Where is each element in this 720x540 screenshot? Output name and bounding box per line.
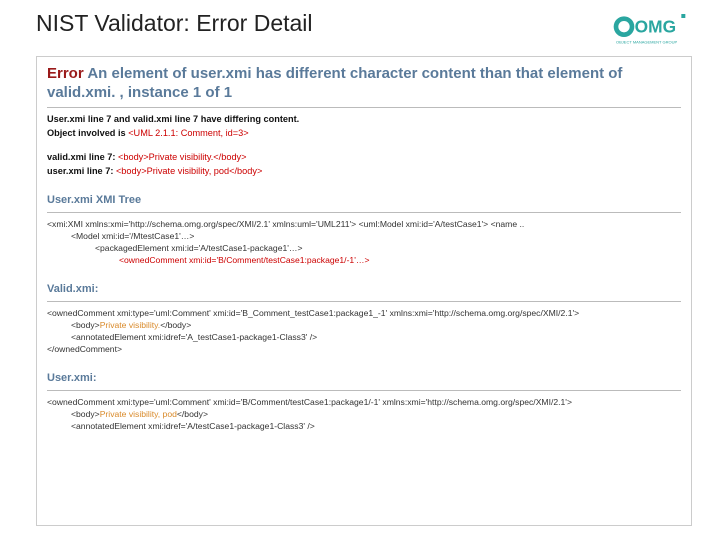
title-row: NIST Validator: Error Detail OMG OBJECT … — [36, 10, 692, 50]
divider — [47, 107, 681, 108]
content-box: Error An element of user.xmi has differe… — [36, 56, 692, 526]
body-close: </body> — [160, 320, 191, 330]
code-line: <annotatedElement xmi:idref='A/testCase1… — [47, 421, 681, 431]
body-open: <body> — [71, 320, 100, 330]
user-line: user.xmi line 7: <body>Private visibilit… — [47, 166, 681, 176]
xmi-tree: <xmi:XMI xmlns:xmi='http://schema.omg.or… — [47, 219, 681, 265]
object-value: <UML 2.1.1: Comment, id=3> — [128, 128, 248, 138]
diff-line: User.xmi line 7 and valid.xmi line 7 hav… — [47, 114, 681, 124]
code-line: <annotatedElement xmi:idref='A_testCase1… — [47, 332, 681, 342]
slide-title: NIST Validator: Error Detail — [36, 10, 313, 37]
divider — [47, 212, 681, 213]
code-line: </ownedComment> — [47, 344, 681, 354]
logo-tagline: OBJECT MANAGEMENT GROUP — [616, 39, 678, 44]
code-line: <ownedComment xmi:id='B/Comment/testCase… — [47, 255, 681, 265]
code-line: <Model xmi:id='/MtestCase1'…> — [47, 231, 681, 241]
code-line: <packagedElement xmi:id='A/testCase1-pac… — [47, 243, 681, 253]
slide-container: NIST Validator: Error Detail OMG OBJECT … — [0, 0, 720, 540]
code-line: <ownedComment xmi:type='uml:Comment' xmi… — [47, 308, 681, 318]
valid-line: valid.xmi line 7: <body>Private visibili… — [47, 152, 681, 162]
valid-xmi-block: <ownedComment xmi:type='uml:Comment' xmi… — [47, 308, 681, 354]
valid-heading: Valid.xmi: — [47, 283, 681, 295]
logo-text: OMG — [635, 17, 676, 37]
error-title: Error An element of user.xmi has differe… — [47, 65, 681, 103]
code-line: <body>Private visibility.</body> — [47, 320, 681, 330]
object-label: Object involved is — [47, 128, 128, 138]
valid-label: valid.xmi line 7: — [47, 152, 118, 162]
user-xmi-block: <ownedComment xmi:type='uml:Comment' xmi… — [47, 397, 681, 431]
code-line: <body>Private visibility, pod</body> — [47, 409, 681, 419]
error-message: An element of user.xmi has different cha… — [47, 65, 622, 101]
user-value: <body>Private visibility, pod</body> — [116, 166, 262, 176]
omg-logo: OMG OBJECT MANAGEMENT GROUP — [612, 10, 692, 50]
object-involved: Object involved is <UML 2.1.1: Comment, … — [47, 128, 681, 138]
body-content: Private visibility, pod — [100, 409, 177, 419]
user-label: user.xmi line 7: — [47, 166, 116, 176]
valid-value: <body>Private visibility.</body> — [118, 152, 247, 162]
divider — [47, 301, 681, 302]
code-line: <ownedComment xmi:type='uml:Comment' xmi… — [47, 397, 681, 407]
user-heading: User.xmi: — [47, 372, 681, 384]
divider — [47, 390, 681, 391]
code-line: <xmi:XMI xmlns:xmi='http://schema.omg.or… — [47, 219, 681, 229]
body-content: Private visibility. — [100, 320, 161, 330]
tree-heading: User.xmi XMI Tree — [47, 194, 681, 206]
body-close: </body> — [177, 409, 208, 419]
body-open: <body> — [71, 409, 100, 419]
error-label: Error — [47, 65, 84, 82]
